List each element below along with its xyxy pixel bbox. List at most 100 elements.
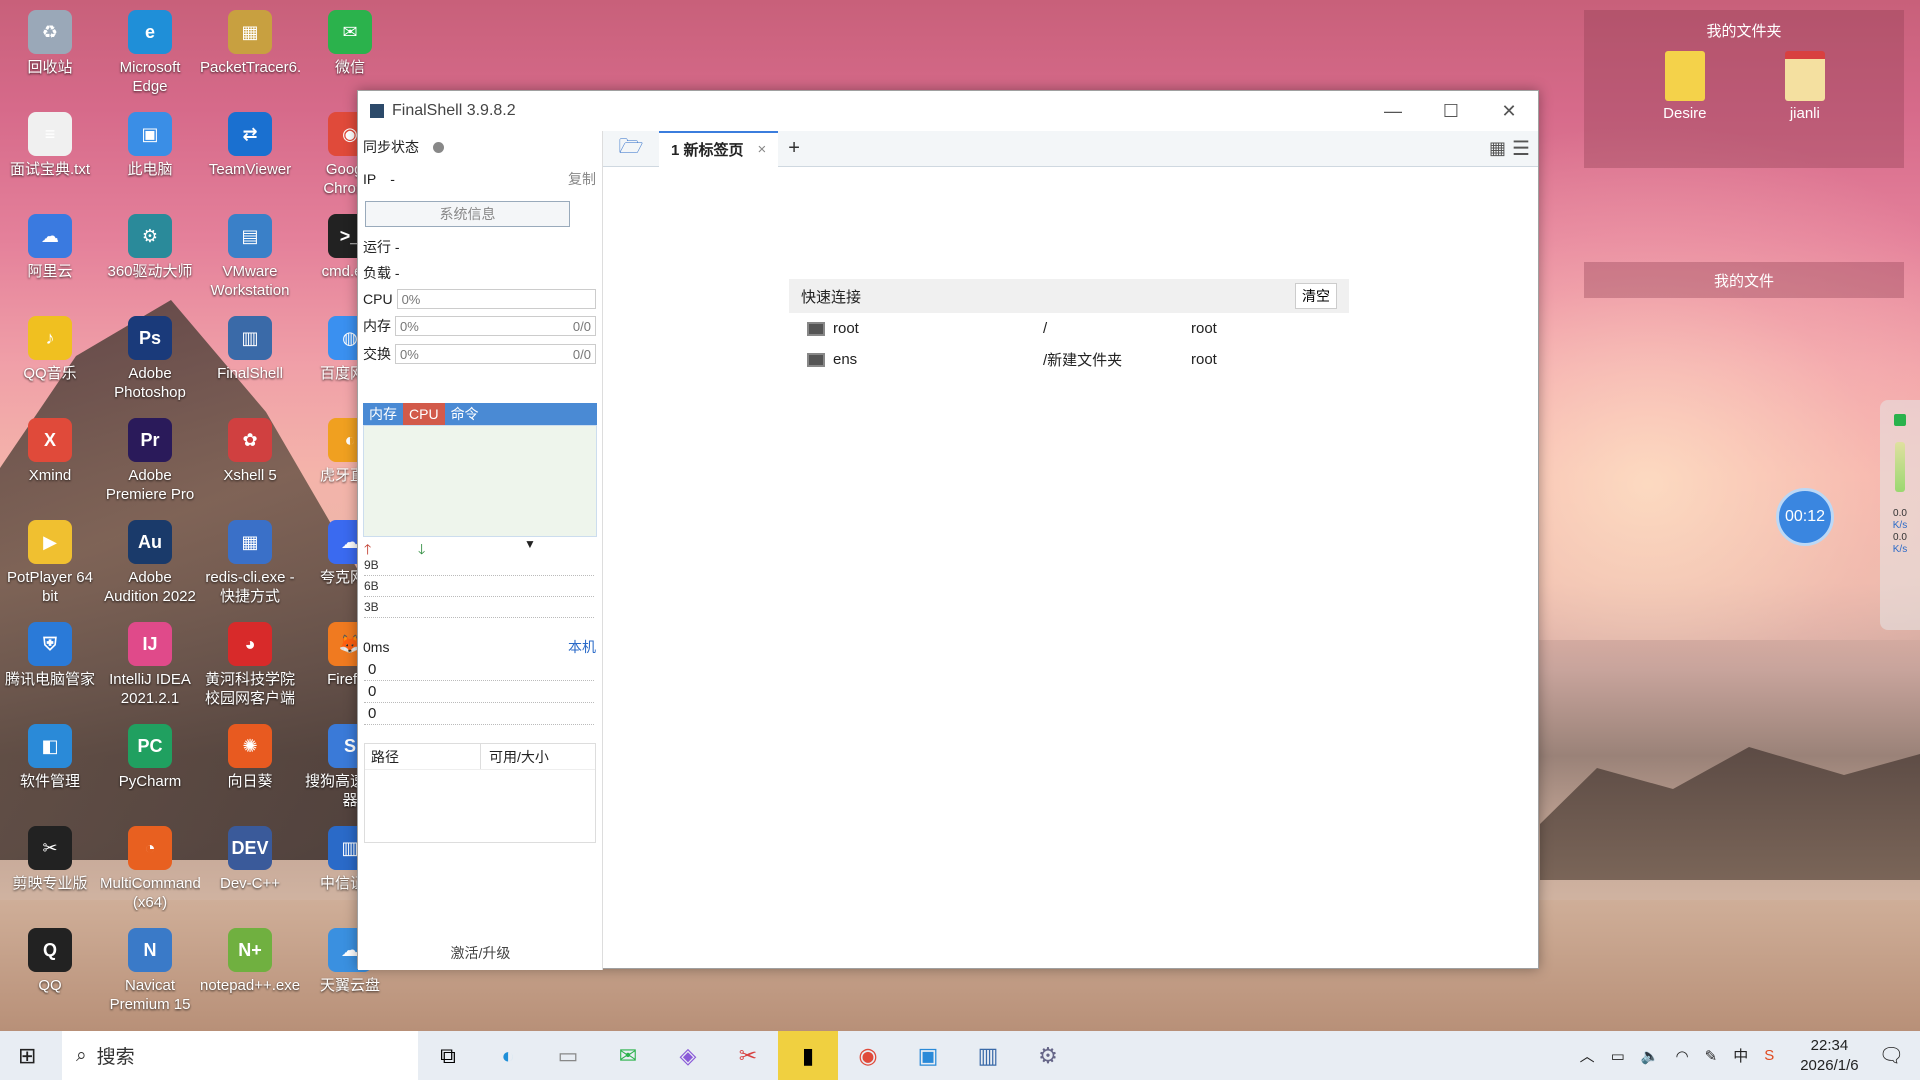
- minimize-button[interactable]: —: [1364, 101, 1422, 122]
- grid-view-icon[interactable]: ▦: [1489, 138, 1506, 159]
- title-bar[interactable]: FinalShell 3.9.8.2 — ☐ ✕: [358, 91, 1538, 131]
- network-speed-widget[interactable]: 0.0 K/s 0.0 K/s: [1880, 400, 1920, 630]
- tab-new[interactable]: 1 新标签页 ×: [659, 130, 779, 167]
- cpu-value: 0%: [401, 291, 421, 307]
- desktop-icon-label: MultiCommander (x64): [100, 875, 200, 911]
- chevron-up-icon[interactable]: ︿: [1580, 1045, 1595, 1066]
- folder-open-icon[interactable]: 🗁: [603, 132, 659, 166]
- pen-icon[interactable]: ✎: [1705, 1047, 1718, 1065]
- disk-col-path[interactable]: 路径: [365, 744, 481, 769]
- copy-ip-button[interactable]: 复制: [568, 169, 596, 189]
- desktop-icon[interactable]: ▤ VMware Workstation Pro: [200, 214, 300, 300]
- interface-dropdown-icon[interactable]: ▼: [524, 537, 536, 551]
- desktop-icon[interactable]: Q QQ: [0, 928, 100, 995]
- swap-bar: 0% 0/0: [395, 344, 596, 364]
- volume-icon[interactable]: 🔈: [1641, 1047, 1660, 1065]
- tab-cpu[interactable]: CPU: [403, 403, 445, 425]
- close-button[interactable]: ✕: [1480, 101, 1538, 122]
- desktop-icon[interactable]: ✿ Xshell 5: [200, 418, 300, 485]
- desktop-icon[interactable]: N Navicat Premium 15: [100, 928, 200, 1014]
- desktop-icon[interactable]: X Xmind: [0, 418, 100, 485]
- tab-close-icon[interactable]: ×: [758, 141, 767, 158]
- connection-row[interactable]: root / root: [789, 313, 1349, 344]
- wechat-icon[interactable]: ✉: [598, 1031, 658, 1080]
- desktop-icon[interactable]: ⛨ 腾讯电脑管家: [0, 622, 100, 689]
- activate-upgrade-link[interactable]: 激活/升级: [358, 943, 603, 963]
- desktop-icon[interactable]: DEV Dev-C++: [200, 826, 300, 893]
- chrome-icon[interactable]: ◉: [838, 1031, 898, 1080]
- edge-icon[interactable]: ◐: [478, 1031, 538, 1080]
- system-info-button[interactable]: 系统信息: [365, 201, 570, 227]
- desktop-icon[interactable]: ≡ 面试宝典.txt: [0, 112, 100, 179]
- desktop-icon[interactable]: ♪ QQ音乐: [0, 316, 100, 383]
- clock[interactable]: 22:34 2026/1/6: [1800, 1036, 1858, 1076]
- desktop-icon-label: PyCharm: [118, 773, 182, 790]
- desktop-icon[interactable]: N+ notepad++.exe: [200, 928, 300, 995]
- maximize-button[interactable]: ☐: [1422, 101, 1480, 122]
- app-icon: ▦: [228, 520, 272, 564]
- desktop-icon[interactable]: ▣ 此电脑: [100, 112, 200, 179]
- download-speed: 0.0: [1893, 532, 1907, 543]
- stats-app-icon[interactable]: ▮: [778, 1031, 838, 1080]
- desktop-icon[interactable]: PC PyCharm: [100, 724, 200, 791]
- settings-gear-icon[interactable]: ⚙: [1018, 1031, 1078, 1080]
- sync-status: 同步状态: [363, 137, 596, 157]
- ime-indicator[interactable]: 中: [1733, 1045, 1748, 1066]
- sogou-ime-icon[interactable]: S: [1764, 1047, 1774, 1064]
- desktop-icon-label: Xmind: [28, 467, 72, 484]
- notification-icon[interactable]: 🗨: [1879, 1043, 1904, 1068]
- desktop-icon[interactable]: ◧ 软件管理: [0, 724, 100, 791]
- desktop-icon[interactable]: ▶ PotPlayer 64 bit: [0, 520, 100, 606]
- app-icon: ▣: [128, 112, 172, 156]
- desktop-icon[interactable]: ◔ MultiCommander (x64): [100, 826, 200, 912]
- tab-memory[interactable]: 内存: [363, 403, 403, 425]
- file-desire[interactable]: Desire: [1663, 51, 1707, 122]
- desktop-icon[interactable]: ⇄ TeamViewer: [200, 112, 300, 179]
- disk-col-size[interactable]: 可用/大小: [481, 744, 549, 769]
- task-view-icon[interactable]: ⧉: [418, 1031, 478, 1080]
- desktop-icon[interactable]: ⚙ 360驱动大师: [100, 214, 200, 281]
- menu-icon[interactable]: ☰: [1512, 136, 1530, 161]
- connection-row[interactable]: ens /新建文件夹 root: [789, 344, 1349, 375]
- m365-icon[interactable]: ◈: [658, 1031, 718, 1080]
- desktop-icon[interactable]: e Microsoft Edge: [100, 10, 200, 96]
- desktop-icon[interactable]: ▥ FinalShell: [200, 316, 300, 383]
- desktop-icon[interactable]: ✺ 向日葵: [200, 724, 300, 791]
- desktop-icon[interactable]: ✂ 剪映专业版: [0, 826, 100, 893]
- add-tab-button[interactable]: +: [788, 137, 800, 160]
- desktop-icon[interactable]: Pr Adobe Premiere Pro 2020: [100, 418, 200, 504]
- desktop-icon[interactable]: Au Adobe Audition 2022: [100, 520, 200, 606]
- desktop-icon-label: TeamViewer: [208, 161, 292, 178]
- desktop-icon[interactable]: ◕ 黄河科技学院校园网客户端: [200, 622, 300, 708]
- desktop-icon[interactable]: Ps Adobe Photoshop CS6: [100, 316, 200, 402]
- windows-start-icon[interactable]: ⊞: [18, 1043, 36, 1069]
- file-jianli[interactable]: jianli: [1784, 51, 1825, 122]
- app-icon: ✿: [228, 418, 272, 462]
- taskbar-search[interactable]: ⌕ 搜索: [62, 1031, 418, 1080]
- desktop-icon-label: QQ音乐: [23, 365, 77, 382]
- desktop-icon[interactable]: ▦ redis-cli.exe - 快捷方式: [200, 520, 300, 606]
- clock-time: 22:34: [1810, 1036, 1849, 1054]
- floating-timer[interactable]: 00:12: [1776, 488, 1834, 546]
- file-icon[interactable]: ▭: [538, 1031, 598, 1080]
- tab-command[interactable]: 命令: [445, 403, 485, 425]
- desktop-icon[interactable]: ✉ 微信: [300, 10, 400, 77]
- app-icon: ☁: [28, 214, 72, 258]
- disk-table-header: 路径 可用/大小: [365, 744, 595, 770]
- swap-label: 交换: [363, 346, 391, 362]
- desktop-icon[interactable]: ☁ 阿里云: [0, 214, 100, 281]
- clear-button[interactable]: 清空: [1295, 283, 1337, 309]
- battery-icon[interactable]: ▭: [1611, 1047, 1625, 1065]
- finalshell-app-icon: [370, 104, 384, 118]
- desktop-icon[interactable]: IJ IntelliJ IDEA 2021.2.1: [100, 622, 200, 708]
- finalshell-taskbar-icon[interactable]: ▥: [958, 1031, 1018, 1080]
- desktop-icon[interactable]: ▦ PacketTracer6.exe: [200, 10, 300, 77]
- process-list[interactable]: [363, 425, 597, 537]
- ping-host[interactable]: 本机: [568, 637, 596, 657]
- ping-label: 0ms: [363, 639, 390, 655]
- vmware-icon[interactable]: ▣: [898, 1031, 958, 1080]
- desktop-icon[interactable]: ♻ 回收站: [0, 10, 100, 77]
- wifi-icon[interactable]: ◠: [1676, 1047, 1689, 1065]
- snipping-icon[interactable]: ✂: [718, 1031, 778, 1080]
- finalshell-window: FinalShell 3.9.8.2 — ☐ ✕ 同步状态 IP - 复制 系统…: [357, 90, 1539, 970]
